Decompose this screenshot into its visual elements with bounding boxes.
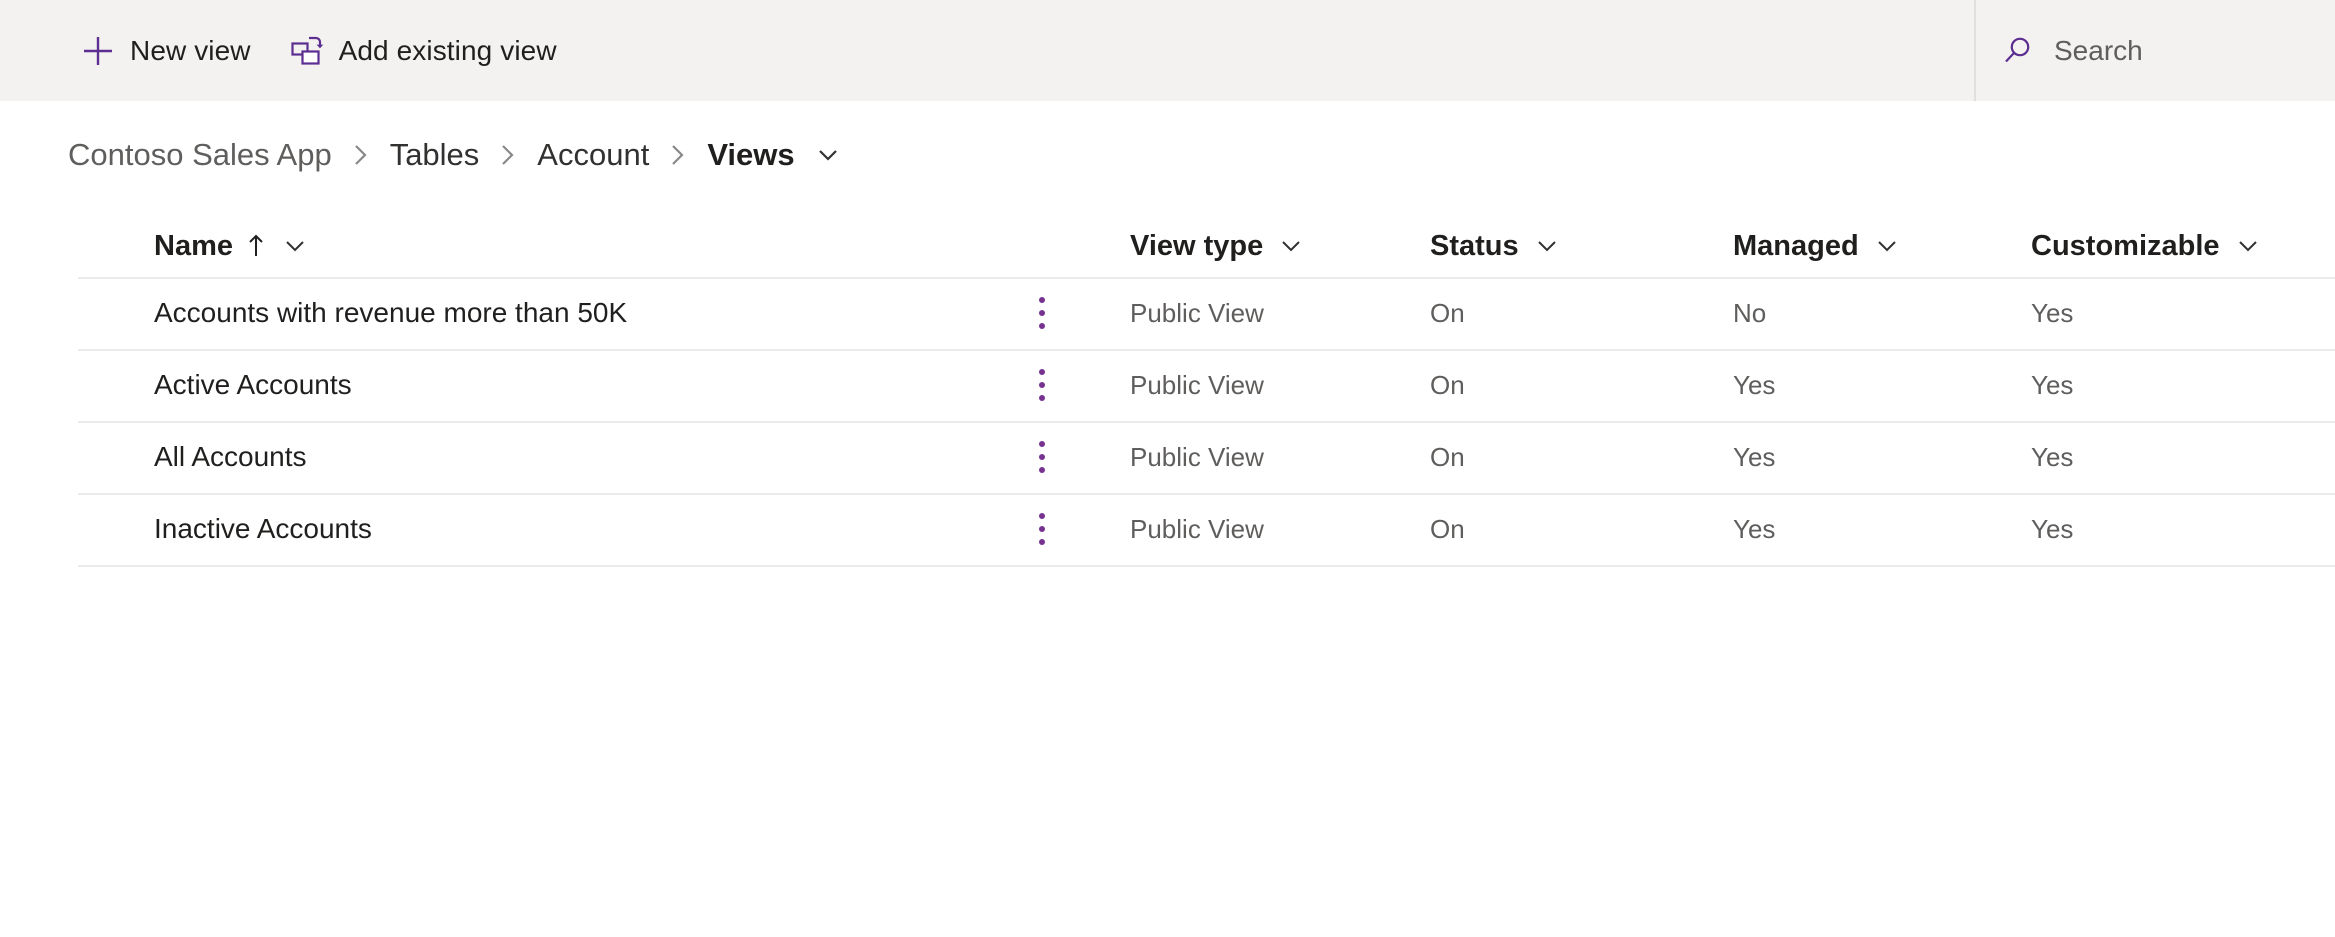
search-icon — [2000, 33, 2036, 69]
cell-row-actions[interactable] — [1022, 291, 1062, 335]
add-existing-view-label: Add existing view — [338, 34, 557, 66]
column-menu-chevron-down-icon[interactable] — [1873, 232, 1901, 260]
plus-icon — [80, 33, 116, 69]
column-header-label: Managed — [1733, 229, 1859, 262]
column-menu-chevron-down-icon[interactable] — [281, 232, 309, 260]
breadcrumb-item-app[interactable]: Contoso Sales App — [66, 135, 334, 175]
row-divider — [78, 493, 2335, 495]
sort-ascending-icon — [245, 231, 267, 261]
cell-view-type: Public View — [1130, 442, 1264, 473]
breadcrumb-item-account[interactable]: Account — [535, 135, 651, 175]
cell-customizable: Yes — [2031, 514, 2073, 545]
search-placeholder: Search — [2054, 34, 2143, 66]
view-name-link[interactable]: Inactive Accounts — [154, 513, 372, 545]
cell-view-type: Public View — [1130, 514, 1264, 545]
cell-row-actions[interactable] — [1022, 363, 1062, 407]
cell-status: On — [1430, 298, 1465, 329]
row-divider — [78, 349, 2335, 351]
cell-value: Public View — [1130, 297, 1264, 328]
table-row[interactable]: Accounts with revenue more than 50K Publi… — [0, 277, 2335, 349]
view-name-link[interactable]: Active Accounts — [154, 369, 352, 401]
cell-value: Public View — [1130, 369, 1264, 400]
breadcrumb-item-tables[interactable]: Tables — [388, 135, 482, 175]
column-menu-chevron-down-icon[interactable] — [1533, 232, 1561, 260]
cell-name[interactable]: All Accounts — [154, 441, 307, 473]
breadcrumb: Contoso Sales App Tables Account Views — [66, 131, 843, 179]
table-row[interactable]: Active Accounts Public View On Yes Yes — [0, 349, 2335, 421]
cell-value: Yes — [2031, 369, 2074, 400]
more-options-icon[interactable] — [1022, 435, 1062, 479]
cell-value: Public View — [1130, 441, 1264, 472]
column-header-name[interactable]: Name — [154, 230, 309, 263]
column-header-status[interactable]: Status — [1430, 230, 1561, 263]
cell-customizable: Yes — [2031, 298, 2073, 329]
breadcrumb-separator-icon — [667, 140, 689, 170]
cell-name[interactable]: Inactive Accounts — [154, 513, 372, 545]
add-existing-view-icon — [289, 33, 325, 69]
table-body: Accounts with revenue more than 50K Publi… — [0, 277, 2335, 567]
column-header-managed[interactable]: Managed — [1733, 230, 1901, 263]
column-menu-chevron-down-icon[interactable] — [2234, 232, 2262, 260]
cell-customizable: Yes — [2031, 442, 2073, 473]
more-options-icon[interactable] — [1022, 291, 1062, 335]
cell-value: Yes — [2031, 297, 2074, 328]
cell-value: No — [1733, 297, 1767, 328]
cell-view-type: Public View — [1130, 298, 1264, 329]
view-name-link[interactable]: All Accounts — [154, 441, 307, 473]
more-options-icon[interactable] — [1022, 507, 1062, 551]
table-row[interactable]: All Accounts Public View On Yes Yes — [0, 421, 2335, 493]
cell-value: Yes — [1733, 513, 1776, 544]
cell-row-actions[interactable] — [1022, 507, 1062, 551]
new-view-button[interactable]: New view — [66, 15, 265, 87]
column-header-label: Name — [154, 229, 233, 262]
cell-status: On — [1430, 442, 1465, 473]
table-header-row: Name View type Status Managed Customizab… — [0, 215, 2335, 277]
search-input[interactable]: Search — [1976, 0, 2335, 101]
cell-value: Yes — [1733, 369, 1776, 400]
column-menu-chevron-down-icon[interactable] — [1277, 232, 1305, 260]
column-header-label: Customizable — [2031, 229, 2220, 262]
cell-value: Yes — [2031, 513, 2074, 544]
new-view-label: New view — [130, 34, 251, 66]
chevron-down-icon[interactable] — [813, 140, 843, 170]
column-header-view-type[interactable]: View type — [1130, 230, 1305, 263]
breadcrumb-item-views: Views — [707, 137, 795, 172]
cell-name[interactable]: Active Accounts — [154, 369, 352, 401]
cell-view-type: Public View — [1130, 370, 1264, 401]
command-bar-actions: New view Add existing view — [0, 0, 571, 101]
cell-managed: Yes — [1733, 514, 1775, 545]
cell-status: On — [1430, 514, 1465, 545]
cell-name[interactable]: Accounts with revenue more than 50K — [154, 297, 627, 329]
cell-row-actions[interactable] — [1022, 435, 1062, 479]
command-bar: New view Add existing view Search — [0, 0, 2335, 101]
cell-value: On — [1430, 513, 1465, 544]
cell-value: On — [1430, 297, 1465, 328]
cell-managed: Yes — [1733, 370, 1775, 401]
cell-value: Yes — [1733, 441, 1776, 472]
column-header-customizable[interactable]: Customizable — [2031, 230, 2262, 263]
cell-value: Public View — [1130, 513, 1264, 544]
cell-managed: No — [1733, 298, 1766, 329]
views-table: Name View type Status Managed Customizab… — [0, 215, 2335, 567]
breadcrumb-separator-icon — [350, 140, 372, 170]
view-name-link[interactable]: Accounts with revenue more than 50K — [154, 297, 627, 329]
cell-value: On — [1430, 441, 1465, 472]
cell-managed: Yes — [1733, 442, 1775, 473]
cell-value: Yes — [2031, 441, 2074, 472]
breadcrumb-separator-icon — [497, 140, 519, 170]
table-bottom-divider — [78, 565, 2335, 567]
row-divider — [78, 277, 2335, 279]
table-row[interactable]: Inactive Accounts Public View On Yes Yes — [0, 493, 2335, 565]
add-existing-view-button[interactable]: Add existing view — [275, 15, 571, 87]
cell-customizable: Yes — [2031, 370, 2073, 401]
column-header-label: View type — [1130, 229, 1264, 262]
row-divider — [78, 421, 2335, 423]
cell-status: On — [1430, 370, 1465, 401]
column-header-label: Status — [1430, 229, 1519, 262]
more-options-icon[interactable] — [1022, 363, 1062, 407]
cell-value: On — [1430, 369, 1465, 400]
